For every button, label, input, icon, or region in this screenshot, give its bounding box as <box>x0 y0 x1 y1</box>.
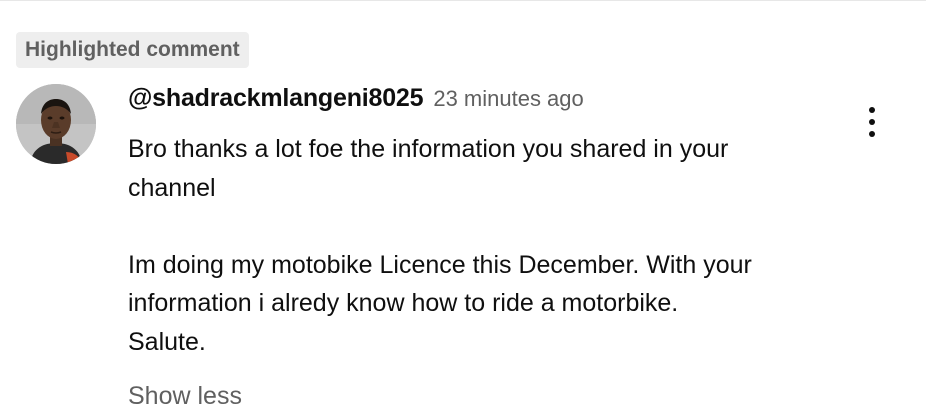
avatar-photo-icon <box>16 84 96 164</box>
author-avatar[interactable] <box>16 84 96 164</box>
comment-line: Bro thanks a lot foe the information you… <box>128 135 729 163</box>
comment-timestamp[interactable]: 23 minutes ago <box>433 86 583 112</box>
highlighted-comment-badge: Highlighted comment <box>16 32 249 68</box>
show-less-button[interactable]: Show less <box>128 378 242 414</box>
comment-line: information i alredy know how to ride a … <box>128 289 679 317</box>
comment-header: @shadrackmlangeni8025 23 minutes ago <box>128 84 584 120</box>
more-vert-icon <box>869 107 875 113</box>
comment-line: channel <box>128 173 216 202</box>
comment-line: Im doing my motobike Licence this Decemb… <box>128 250 752 279</box>
top-divider <box>0 0 926 1</box>
more-vert-icon <box>869 119 875 125</box>
comment-panel: Highlighted comment @shadrackmlangeni802… <box>0 0 926 420</box>
author-handle[interactable]: @shadrackmlangeni8025 <box>128 84 424 113</box>
comment-line: Salute. <box>128 327 206 356</box>
comment-text: Bro thanks a lot foe the information you… <box>128 130 888 361</box>
